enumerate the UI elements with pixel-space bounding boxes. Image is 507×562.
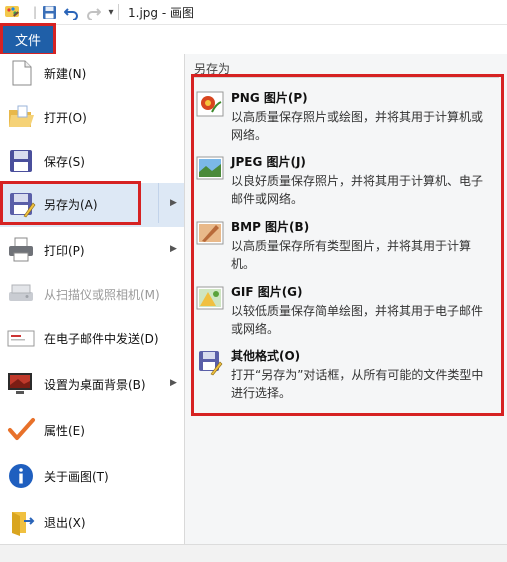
paint-app-icon[interactable] — [3, 3, 21, 21]
menu-item-open[interactable]: 打开(O) — [0, 96, 184, 140]
menu-item-exit[interactable]: 退出(X) — [0, 501, 184, 545]
menu-item-label: 打开(O) — [44, 111, 87, 125]
open-folder-icon — [6, 102, 36, 132]
window-title: 1.jpg - 画图 — [128, 6, 194, 20]
menu-item-save-as[interactable]: 另存为(A) ▶ — [0, 183, 184, 227]
menu-item-print[interactable]: 打印(P) ▶ — [0, 229, 184, 273]
menu-item-save[interactable]: 保存(S) — [0, 140, 184, 184]
redo-icon[interactable] — [84, 3, 102, 21]
menu-item-label: 从扫描仪或照相机(M) — [44, 288, 160, 302]
submenu-arrow-icon: ▶ — [170, 378, 177, 388]
save-icon[interactable] — [40, 3, 58, 21]
menu-item-new[interactable]: 新建(N) — [0, 52, 184, 96]
menu-item-label: 属性(E) — [44, 424, 85, 438]
menu-item-label: 另存为(A) — [44, 198, 98, 212]
email-icon — [6, 323, 36, 353]
toolbar-separator — [118, 4, 119, 20]
title-bar: | ▾ 1.jpg - 画图 — [0, 0, 507, 25]
desktop-background-icon — [6, 369, 36, 399]
menu-item-label: 保存(S) — [44, 155, 85, 169]
menu-item-label: 设置为桌面背景(B) — [44, 378, 146, 392]
menu-item-properties[interactable]: 属性(E) — [0, 409, 184, 453]
menu-item-email[interactable]: 在电子邮件中发送(D) — [0, 317, 184, 361]
formats-highlight — [191, 74, 504, 416]
printer-icon — [6, 235, 36, 265]
menu-item-label: 在电子邮件中发送(D) — [44, 332, 159, 346]
menu-item-label: 新建(N) — [44, 67, 87, 81]
submenu-arrow-icon: ▶ — [170, 244, 177, 254]
menu-item-about[interactable]: 关于画图(T) — [0, 455, 184, 499]
scanner-icon — [6, 279, 36, 309]
submenu-arrow-icon: ▶ — [170, 198, 177, 208]
bottom-bar — [0, 544, 507, 562]
menu-item-label: 关于画图(T) — [44, 470, 109, 484]
save-as-icon — [6, 189, 36, 219]
menu-item-label: 打印(P) — [44, 244, 85, 258]
save-icon — [6, 146, 36, 176]
menu-item-label: 退出(X) — [44, 516, 86, 530]
exit-icon — [6, 507, 36, 537]
new-document-icon — [6, 58, 36, 88]
file-tab[interactable]: 文件 — [0, 23, 56, 56]
menu-item-desktop-background[interactable]: 设置为桌面背景(B) ▶ — [0, 363, 184, 407]
undo-icon[interactable] — [62, 3, 80, 21]
menu-item-scanner[interactable]: 从扫描仪或照相机(M) — [0, 273, 184, 317]
submenu-divider — [158, 183, 159, 223]
info-icon — [6, 461, 36, 491]
checkmark-icon — [6, 415, 36, 445]
